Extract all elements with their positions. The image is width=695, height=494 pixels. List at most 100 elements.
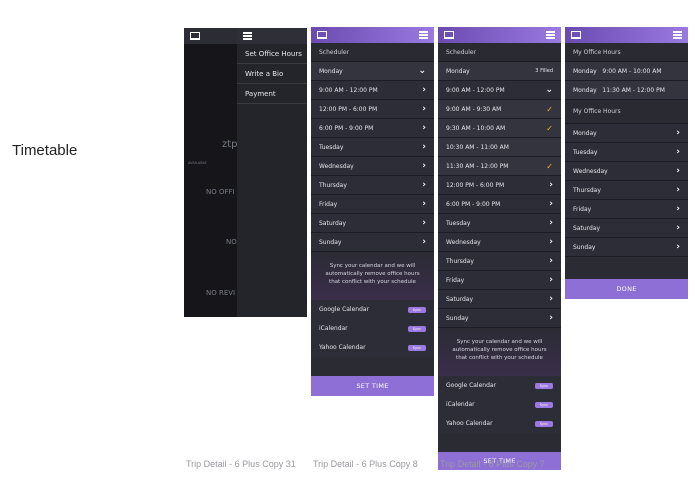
day-row[interactable]: Saturday ›: [311, 214, 434, 233]
menu-item-set-office-hours[interactable]: Set Office Hours: [237, 44, 307, 64]
chevron-right-icon: ›: [422, 142, 426, 152]
sync-info-text: Sync your calendar and we will automatic…: [438, 328, 561, 376]
day-row[interactable]: Thursday ›: [438, 252, 561, 271]
ghost-text: NO REVI: [206, 289, 236, 297]
slot-row[interactable]: 12:00 PM - 6:00 PM ›: [311, 100, 434, 119]
day-row[interactable]: Friday ›: [438, 271, 561, 290]
top-bar: [311, 27, 434, 43]
artboard-office-hours: My Office Hours Monday 9:00 AM - 10:00 A…: [565, 27, 688, 299]
logo-icon: [317, 31, 327, 39]
chevron-right-icon: ›: [549, 275, 553, 285]
chevron-right-icon: ›: [549, 199, 553, 209]
chevron-right-icon: ›: [676, 185, 680, 195]
sync-button[interactable]: Sync: [408, 325, 426, 332]
artboard-scheduler-expanded: Scheduler Monday 3 Filled 9:00 AM - 12:00…: [438, 27, 561, 470]
slot-row[interactable]: 6:00 PM - 9:00 PM ›: [311, 119, 434, 138]
check-icon: ✓: [546, 161, 553, 171]
check-icon: ✓: [546, 104, 553, 114]
chevron-right-icon: ›: [422, 123, 426, 133]
sub-slot-row[interactable]: 11:30 AM - 12:00 PM ✓: [438, 157, 561, 176]
logo-icon: [444, 31, 454, 39]
day-row[interactable]: Tuesday ›: [565, 143, 688, 162]
artboard-caption: Trip Detail - 6 Plus Copy 31: [186, 459, 296, 469]
day-row[interactable]: Sunday ›: [311, 233, 434, 252]
chevron-down-icon: ⌄: [545, 85, 553, 95]
chevron-right-icon: ›: [422, 161, 426, 171]
chevron-right-icon: ›: [676, 147, 680, 157]
ghost-text: NO: [226, 238, 237, 246]
sub-slot-row[interactable]: 10:30 AM - 11:00 AM: [438, 138, 561, 157]
chevron-right-icon: ›: [676, 204, 680, 214]
day-row[interactable]: Wednesday ›: [311, 157, 434, 176]
chevron-right-icon: ›: [422, 237, 426, 247]
calendar-row-google: Google Calendar Sync: [311, 300, 434, 319]
calendar-row-icalendar: iCalendar Sync: [311, 319, 434, 338]
day-row[interactable]: Thursday ›: [311, 176, 434, 195]
menu-icon[interactable]: [419, 31, 428, 39]
sync-button[interactable]: Sync: [535, 420, 553, 427]
artboard-caption: Trip Detail - 6 Plus Copy 8: [313, 459, 418, 469]
day-row[interactable]: Sunday ›: [565, 238, 688, 257]
day-row-monday[interactable]: Monday 3 Filled: [438, 62, 561, 81]
logo-icon: [190, 32, 200, 40]
done-button[interactable]: DONE: [565, 279, 688, 299]
ghost-text: NO OFFI: [206, 188, 235, 196]
sync-button[interactable]: Sync: [408, 344, 426, 351]
chevron-right-icon: ›: [549, 313, 553, 323]
set-time-button[interactable]: SET TIME: [311, 376, 434, 396]
calendar-row-icalendar: iCalendar Sync: [438, 395, 561, 414]
slot-row[interactable]: 6:00 PM - 9:00 PM ›: [438, 195, 561, 214]
ghost-text: AVAILABLE: [188, 161, 207, 165]
sync-button[interactable]: Sync: [535, 382, 553, 389]
day-row[interactable]: Tuesday ›: [311, 138, 434, 157]
slot-row[interactable]: 12:00 PM - 6:00 PM ›: [438, 176, 561, 195]
chevron-right-icon: ›: [422, 104, 426, 114]
menu-item-payment[interactable]: Payment: [237, 84, 307, 104]
day-row[interactable]: Wednesday ›: [438, 233, 561, 252]
artboard-menu: ztp AVAILABLE NO OFFI NO NO REVI Set Off…: [184, 28, 307, 317]
check-icon: ✓: [546, 123, 553, 133]
chevron-right-icon: ›: [549, 218, 553, 228]
day-row[interactable]: Friday ›: [311, 195, 434, 214]
sync-button[interactable]: Sync: [535, 401, 553, 408]
menu-item-write-bio[interactable]: Write a Bio: [237, 64, 307, 84]
day-row[interactable]: Tuesday ›: [438, 214, 561, 233]
office-hour-row[interactable]: Monday 11:30 AM - 12:00 PM: [565, 81, 688, 100]
day-row[interactable]: Saturday ›: [565, 219, 688, 238]
chevron-right-icon: ›: [422, 85, 426, 95]
page-title: Timetable: [12, 142, 78, 159]
office-hours-header: My Office Hours: [565, 43, 688, 62]
day-row[interactable]: Friday ›: [565, 200, 688, 219]
menu-icon[interactable]: [546, 31, 555, 39]
sync-info-text: Sync your calendar and we will automatic…: [311, 252, 434, 300]
artboard-caption: Trip Detail - 6 Plus Copy 7: [440, 459, 545, 469]
day-row[interactable]: Saturday ›: [438, 290, 561, 309]
sub-slot-row[interactable]: 9:00 AM - 9:30 AM ✓: [438, 100, 561, 119]
scheduler-header: Scheduler: [438, 43, 561, 62]
menu-icon[interactable]: [673, 31, 682, 39]
office-hour-row[interactable]: Monday 9:00 AM - 10:00 AM: [565, 62, 688, 81]
calendar-row-yahoo: Yahoo Calendar Sync: [438, 414, 561, 433]
slot-row[interactable]: 9:00 AM - 12:00 PM ›: [311, 81, 434, 100]
chevron-right-icon: ›: [676, 242, 680, 252]
ghost-text: ztp: [222, 139, 238, 150]
day-row-monday[interactable]: Monday ⌄: [311, 62, 434, 81]
chevron-right-icon: ›: [422, 199, 426, 209]
slot-row-open[interactable]: 9:00 AM - 12:00 PM ⌄: [438, 81, 561, 100]
day-row[interactable]: Wednesday ›: [565, 162, 688, 181]
chevron-right-icon: ›: [549, 256, 553, 266]
day-row[interactable]: Monday ›: [565, 124, 688, 143]
chevron-right-icon: ›: [549, 294, 553, 304]
filled-badge: 3 Filled: [535, 68, 553, 74]
sub-slot-row[interactable]: 9:30 AM - 10:00 AM ✓: [438, 119, 561, 138]
chevron-right-icon: ›: [549, 237, 553, 247]
chevron-right-icon: ›: [676, 223, 680, 233]
calendar-row-google: Google Calendar Sync: [438, 376, 561, 395]
section-header: My Office Hours: [565, 100, 688, 124]
day-row[interactable]: Thursday ›: [565, 181, 688, 200]
artboard-scheduler: Scheduler Monday ⌄ 9:00 AM - 12:00 PM › 12…: [311, 27, 434, 396]
day-row[interactable]: Sunday ›: [438, 309, 561, 328]
chevron-right-icon: ›: [549, 180, 553, 190]
sync-button[interactable]: Sync: [408, 306, 426, 313]
menu-icon[interactable]: [243, 32, 252, 40]
